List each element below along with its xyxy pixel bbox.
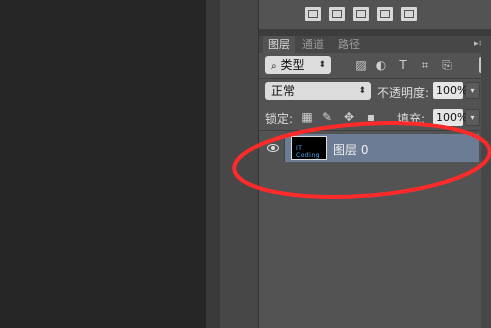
lock-image-icon[interactable]: ✎: [321, 111, 333, 123]
smart-object-filter-icon[interactable]: ⎘: [441, 59, 453, 71]
blend-mode-value: 正常: [271, 84, 296, 98]
fill-input[interactable]: 100%: [433, 109, 467, 126]
fill-label: 填充:: [397, 112, 426, 126]
opacity-dropdown-button[interactable]: ▾: [465, 82, 480, 99]
curves-icon[interactable]: [353, 7, 369, 21]
eye-icon: [267, 144, 279, 152]
search-icon: ⌕: [271, 61, 277, 72]
lock-position-icon[interactable]: ✥: [343, 111, 355, 123]
lock-label: 锁定:: [265, 112, 294, 126]
layer-name[interactable]: 图层 0: [333, 141, 368, 158]
adjustments-toolbar: [259, 0, 491, 30]
row-divider: [259, 78, 491, 79]
filter-type-label: 类型: [280, 58, 305, 72]
tab-paths[interactable]: 路径: [333, 36, 365, 53]
select-arrow-icon: ⬍: [318, 60, 326, 70]
opacity-label: 不透明度:: [377, 86, 430, 100]
select-arrow-icon: ⬍: [358, 86, 366, 96]
type-filter-icon[interactable]: T: [397, 59, 409, 71]
pixel-filter-icon[interactable]: ▨: [355, 59, 367, 71]
panel-tabs: 图层 通道 路径 ▸≡: [259, 36, 491, 53]
tab-channels[interactable]: 通道: [297, 36, 329, 53]
row-divider: [259, 130, 491, 131]
tab-layers[interactable]: 图层: [263, 36, 295, 53]
exposure-icon[interactable]: [377, 7, 393, 21]
layers-panel: 图层 通道 路径 ▸≡ ⌕ 类型 ⬍ ▨ ◐ T ⌗ ⎘ 正常 ⬍ 不透明度: …: [258, 0, 491, 328]
panel-divider: [206, 0, 220, 328]
gradient-map-icon[interactable]: [401, 7, 417, 21]
levels-icon[interactable]: [329, 7, 345, 21]
filter-type-select[interactable]: ⌕ 类型 ⬍: [265, 56, 331, 74]
shape-filter-icon[interactable]: ⌗: [419, 59, 431, 71]
layer-thumbnail: IT Coding: [291, 136, 327, 160]
opacity-input[interactable]: 100%: [433, 82, 467, 99]
fill-dropdown-button[interactable]: ▾: [465, 109, 480, 126]
layer-row[interactable]: IT Coding 图层 0: [261, 134, 479, 162]
visibility-toggle[interactable]: [261, 134, 285, 162]
adjustment-filter-icon[interactable]: ◐: [375, 59, 387, 71]
panel-dock: [220, 0, 258, 328]
canvas-area: [0, 0, 206, 328]
lock-all-icon[interactable]: ▪: [365, 111, 377, 123]
brightness-icon[interactable]: [305, 7, 321, 21]
panel-scrollbar[interactable]: [481, 36, 491, 328]
blend-mode-select[interactable]: 正常 ⬍: [265, 82, 371, 100]
thumbnail-text: IT Coding: [296, 145, 320, 159]
lock-transparent-icon[interactable]: ▦: [301, 111, 313, 123]
